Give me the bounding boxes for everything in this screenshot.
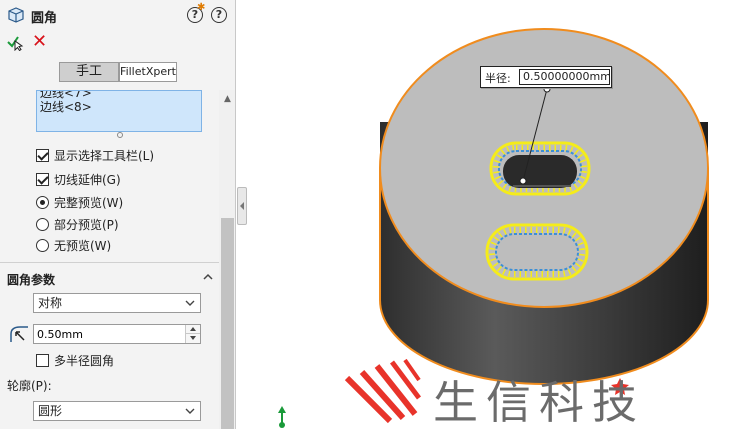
radio-button[interactable] <box>36 239 49 252</box>
fillet-feature-icon <box>8 7 24 23</box>
fillet-method-select[interactable]: 对称 <box>33 293 201 313</box>
checkbox-box[interactable] <box>36 173 49 186</box>
radius-icon <box>10 326 28 342</box>
checkbox-box[interactable] <box>36 149 49 162</box>
callout-label: 半径: <box>485 72 511 85</box>
edge-selection-list[interactable]: 边线<7> 边线<8> <box>36 90 202 132</box>
panel-title: 圆角 <box>31 11 58 26</box>
panel-collapse-handle[interactable] <box>237 187 247 225</box>
model-view[interactable] <box>247 0 738 429</box>
watermark-logo-icon <box>344 358 421 424</box>
upper-slot-hole[interactable] <box>503 155 577 188</box>
checkbox-label: 多半径圆角 <box>54 354 115 368</box>
radius-field[interactable] <box>33 324 201 344</box>
spin-down-button[interactable] <box>185 334 200 343</box>
spin-up-button[interactable] <box>185 325 200 334</box>
panel-header: 圆角 ? ✱ ? <box>0 0 235 30</box>
fillet-params-title: 圆角参数 <box>7 273 56 287</box>
panel-scrollbar[interactable]: ▲ <box>219 90 235 429</box>
select-value: 圆形 <box>38 404 63 418</box>
ok-check-button[interactable] <box>6 33 24 51</box>
help-icon[interactable]: ? <box>211 7 227 23</box>
list-item[interactable]: 边线<7> <box>40 91 201 100</box>
tab-manual[interactable]: 手工 <box>59 62 119 82</box>
radio-label: 无预览(W) <box>54 239 112 253</box>
radius-callout[interactable]: 半径: 0.50000000mm <box>480 66 612 88</box>
property-manager-panel: 圆角 ? ✱ ? ✕ 手工 FilletXpert 边线<7> 边线<8> 显示… <box>0 0 236 429</box>
chevron-down-icon <box>185 408 195 414</box>
radio-button[interactable] <box>36 196 49 209</box>
chevron-down-icon <box>185 300 195 306</box>
tab-filletxpert[interactable]: FilletXpert <box>119 62 177 82</box>
new-badge-icon: ✱ <box>197 2 206 13</box>
scroll-up-arrow-icon[interactable]: ▲ <box>224 94 231 104</box>
checkbox-label: 显示选择工具栏(L) <box>54 149 155 163</box>
scrollbar-thumb[interactable] <box>221 218 234 429</box>
radius-input[interactable] <box>34 325 184 343</box>
radio-button[interactable] <box>36 218 49 231</box>
checkbox-label: 切线延伸(G) <box>54 173 121 187</box>
list-resize-handle[interactable] <box>117 132 123 138</box>
list-item[interactable]: 边线<8> <box>40 100 201 114</box>
collapse-chevron-up-icon[interactable] <box>203 272 213 282</box>
select-value: 对称 <box>38 296 63 310</box>
graphics-viewport[interactable]: 半径: 0.50000000mm 生信科技 <box>247 0 738 429</box>
callout-value-field[interactable]: 0.50000000mm <box>519 69 611 85</box>
watermark-text: 生信科技 <box>433 376 646 429</box>
profile-select[interactable]: 圆形 <box>33 401 201 421</box>
section-divider <box>0 262 219 263</box>
checkbox-box[interactable] <box>36 354 49 367</box>
coordinate-triad-icon <box>278 406 286 428</box>
radio-label: 完整预览(W) <box>54 196 124 210</box>
cancel-x-button[interactable]: ✕ <box>32 33 50 51</box>
radio-label: 部分预览(P) <box>54 218 119 232</box>
profile-label: 轮廓(P): <box>7 379 52 393</box>
